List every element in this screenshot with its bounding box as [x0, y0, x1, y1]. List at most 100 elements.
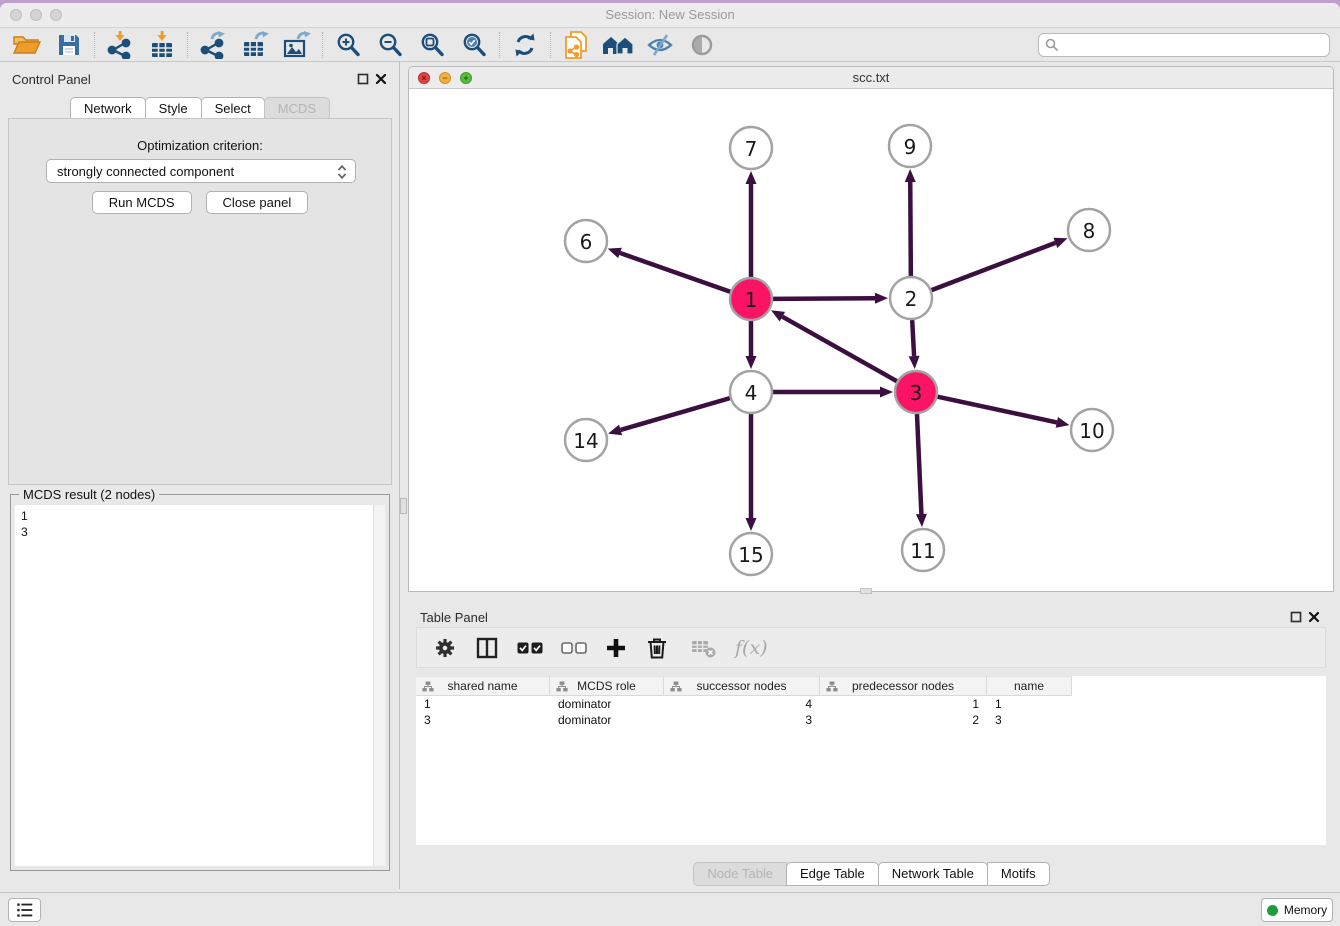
column-header-name[interactable]: name	[987, 676, 1072, 696]
table-cell[interactable]: 3	[416, 712, 550, 728]
edge-1-6[interactable]	[620, 253, 730, 292]
edge-arrowhead	[1053, 238, 1067, 248]
delete-columns-button[interactable]	[645, 636, 669, 660]
close-panel-icon[interactable]	[375, 73, 387, 85]
show-columns-button[interactable]	[475, 636, 499, 660]
import-table-button[interactable]	[141, 29, 183, 61]
function-builder-button[interactable]: f(x)	[735, 637, 768, 659]
import-network-button[interactable]	[99, 29, 141, 61]
open-network-file-button[interactable]	[555, 29, 597, 61]
control-panel: Control Panel NetworkStyleSelectMCDS Opt…	[0, 62, 400, 889]
mcds-result-item[interactable]: 1	[21, 508, 367, 524]
edge-3-11[interactable]	[917, 414, 921, 514]
column-header-shared-name[interactable]: shared name	[416, 676, 550, 696]
application-window: Session: New Session	[0, 3, 1340, 926]
node-label-14: 14	[573, 429, 598, 453]
edge-1-2[interactable]	[773, 298, 875, 299]
table-cell[interactable]: 1	[987, 696, 1072, 712]
tab-motifs[interactable]: Motifs	[987, 862, 1050, 886]
mcds-panel: Optimization criterion: strongly connect…	[8, 118, 392, 485]
table-cell[interactable]: dominator	[550, 696, 664, 712]
hide-selected-button[interactable]	[639, 29, 681, 61]
float-table-panel-icon[interactable]	[1290, 611, 1302, 623]
checked-boxes-icon	[517, 641, 543, 655]
stepper-icon	[334, 163, 350, 181]
float-panel-icon[interactable]	[357, 73, 369, 85]
table-cell[interactable]: 1	[820, 696, 987, 712]
node-label-9: 9	[904, 135, 917, 159]
edge-3-10[interactable]	[938, 397, 1057, 423]
edge-2-9[interactable]	[910, 182, 911, 276]
node-label-6: 6	[580, 230, 593, 254]
zoom-in-button[interactable]	[327, 29, 369, 61]
tab-edge-table[interactable]: Edge Table	[786, 862, 879, 886]
tab-network-table[interactable]: Network Table	[878, 862, 988, 886]
optimization-criterion-dropdown[interactable]: strongly connected component	[46, 159, 356, 183]
edge-4-14[interactable]	[621, 398, 730, 430]
table-cell[interactable]: dominator	[550, 712, 664, 728]
result-scrollbar[interactable]	[373, 505, 385, 866]
edge-3-1[interactable]	[782, 317, 896, 382]
export-network-button[interactable]	[192, 29, 234, 61]
search-input[interactable]	[1063, 38, 1323, 52]
horizontal-splitter-grip[interactable]	[860, 588, 872, 594]
table-cell[interactable]: 2	[820, 712, 987, 728]
edge-arrowhead	[875, 293, 888, 304]
search-icon	[1045, 38, 1059, 52]
create-column-button[interactable]	[605, 637, 627, 659]
fit-content-icon	[419, 32, 445, 58]
column-header-predecessor-nodes[interactable]: predecessor nodes	[820, 676, 987, 696]
close-table-panel-icon[interactable]	[1308, 611, 1320, 623]
edge-2-3[interactable]	[912, 320, 914, 356]
zoom-out-button[interactable]	[369, 29, 411, 61]
unchecked-boxes-icon	[561, 641, 587, 655]
refresh-button[interactable]	[504, 29, 546, 61]
network-canvas[interactable]: 7968124314101511	[409, 90, 1333, 591]
select-all-button[interactable]	[517, 641, 543, 655]
node-table: shared nameMCDS rolesuccessor nodesprede…	[416, 676, 1326, 845]
plus-icon	[605, 637, 627, 659]
network-window-titlebar[interactable]: × − + scc.txt	[409, 67, 1333, 89]
open-session-button[interactable]	[6, 29, 48, 61]
table-panel-title: Table Panel	[420, 610, 488, 625]
optimization-criterion-label: Optimization criterion:	[9, 138, 391, 153]
run-mcds-button[interactable]: Run MCDS	[92, 191, 192, 214]
eye-disabled-icon	[690, 33, 714, 57]
mcds-result-title: MCDS result (2 nodes)	[19, 487, 159, 502]
first-neighbors-button[interactable]	[597, 29, 639, 61]
columns-icon	[475, 636, 499, 660]
close-panel-button[interactable]: Close panel	[206, 191, 309, 214]
node-label-10: 10	[1079, 419, 1104, 443]
mcds-result-list[interactable]: 13	[15, 505, 373, 866]
search-box[interactable]	[1038, 33, 1330, 57]
edge-arrowhead	[608, 248, 622, 258]
edge-arrowhead	[1056, 417, 1070, 428]
table-cell[interactable]: 1	[416, 696, 550, 712]
column-header-mcds-role[interactable]: MCDS role	[550, 676, 664, 696]
zoom-selected-button[interactable]	[453, 29, 495, 61]
task-history-button[interactable]	[8, 898, 41, 922]
zoom-in-icon	[335, 32, 361, 58]
table-row[interactable]: 1dominator411	[416, 696, 1326, 712]
mcds-result-item[interactable]: 3	[21, 524, 367, 540]
export-table-button[interactable]	[234, 29, 276, 61]
table-cell[interactable]: 3	[664, 712, 820, 728]
save-session-button[interactable]	[48, 29, 90, 61]
table-row[interactable]: 3dominator323	[416, 712, 1326, 728]
fit-content-button[interactable]	[411, 29, 453, 61]
table-panel: Table Panel	[408, 600, 1334, 889]
edge-2-8[interactable]	[932, 243, 1056, 290]
table-cell[interactable]: 4	[664, 696, 820, 712]
table-settings-button[interactable]	[433, 636, 457, 660]
tab-node-table[interactable]: Node Table	[693, 862, 787, 886]
memory-button[interactable]: Memory	[1261, 898, 1333, 922]
delete-table-button[interactable]	[691, 637, 717, 659]
table-cell[interactable]: 3	[987, 712, 1072, 728]
deselect-all-button[interactable]	[561, 641, 587, 655]
toolbar-separator	[187, 32, 188, 58]
column-header-successor-nodes[interactable]: successor nodes	[664, 676, 820, 696]
export-image-button[interactable]	[276, 29, 318, 61]
show-all-button[interactable]	[681, 29, 723, 61]
vertical-splitter-grip[interactable]	[400, 498, 407, 514]
node-label-2: 2	[905, 287, 918, 311]
